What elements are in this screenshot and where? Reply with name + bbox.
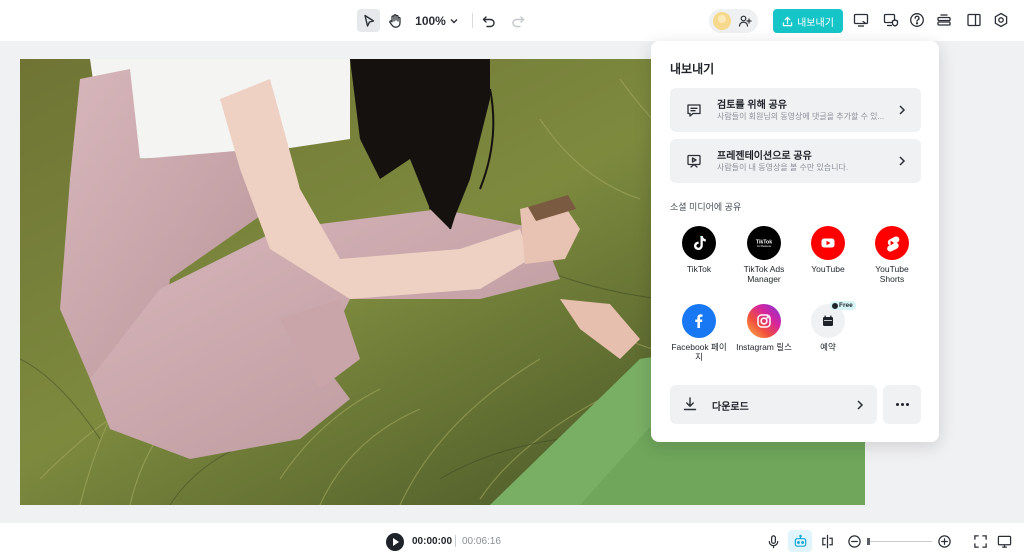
download-icon <box>682 396 698 412</box>
present-button[interactable] <box>853 12 869 28</box>
facebook-icon <box>682 304 716 338</box>
free-badge-label: Free <box>839 302 853 309</box>
ai-assistant-button[interactable] <box>788 530 812 552</box>
upload-icon <box>782 16 793 26</box>
share-as-presentation-description: 사람들이 내 동영상을 볼 수만 있습니다. <box>717 163 849 172</box>
collaborators[interactable] <box>709 9 758 33</box>
share-youtube[interactable]: YouTube <box>798 226 858 274</box>
redo-button[interactable] <box>508 9 528 32</box>
instagram-icon <box>747 304 781 338</box>
select-tool-button[interactable] <box>357 9 380 32</box>
fullscreen-button[interactable] <box>972 533 988 549</box>
hand-icon <box>389 13 401 28</box>
zoom-in-button[interactable] <box>936 533 952 549</box>
share-for-review-title: 검토를 위해 공유 <box>717 100 787 111</box>
brand-kit-button[interactable] <box>883 12 899 28</box>
more-dot <box>905 403 909 406</box>
schedule-post[interactable]: Free 예약 <box>798 301 858 352</box>
more-dot <box>900 403 904 406</box>
social-media-section-label: 소셜 미디어에 공유 <box>670 202 742 212</box>
share-facebook-page[interactable]: Facebook 페이지 <box>669 304 729 362</box>
chevron-right-icon <box>897 104 907 116</box>
download-label: 다운로드 <box>712 402 749 413</box>
zoom-dropdown[interactable]: 100% <box>413 9 461 32</box>
social-label: Instagram 릴스 <box>736 342 792 352</box>
export-panel: 내보내기 검토를 위해 공유 사람들이 회원님의 동영상에 댓글을 추가할 수 … <box>651 41 939 442</box>
microphone-icon <box>768 534 778 548</box>
zoom-out-icon <box>847 534 861 548</box>
social-label: YouTube <box>811 264 845 274</box>
share-youtube-shorts[interactable]: YouTube Shorts <box>862 226 922 284</box>
share-tiktok[interactable]: TikTok <box>669 226 729 274</box>
hand-tool-button[interactable] <box>385 9 405 32</box>
add-user-icon <box>738 14 752 28</box>
split-button[interactable] <box>819 533 835 549</box>
gear-icon <box>994 12 1008 28</box>
voiceover-button[interactable] <box>765 533 781 549</box>
undo-button[interactable] <box>479 9 499 32</box>
playback-bar: 00:00:00 00:06:16 <box>0 523 1024 560</box>
fullscreen-icon <box>973 534 987 548</box>
help-icon <box>910 13 924 27</box>
cursor-icon <box>363 14 374 27</box>
more-dot <box>895 403 899 406</box>
share-tiktok-ads-manager[interactable]: TikTok For Business TikTok Ads Manager <box>734 226 794 284</box>
monitor-play-icon <box>853 13 869 27</box>
social-label: TikTok <box>686 264 712 274</box>
redo-icon <box>512 15 525 27</box>
youtube-shorts-icon <box>875 226 909 260</box>
comment-icon <box>686 102 702 118</box>
share-for-review-card[interactable]: 검토를 위해 공유 사람들이 회원님의 동영상에 댓글을 추가할 수 있... <box>670 88 921 132</box>
timeline-zoom-slider[interactable] <box>867 541 932 542</box>
toolbar-divider <box>472 13 473 28</box>
calendar-icon: Free <box>811 301 856 338</box>
social-label: TikTok Ads Manager <box>743 264 785 284</box>
chevron-right-icon <box>897 155 907 167</box>
layers-icon <box>937 14 951 26</box>
robot-icon <box>794 534 806 547</box>
share-as-presentation-title: 프레젠테이션으로 공유 <box>717 151 812 162</box>
share-instagram-reels[interactable]: Instagram 릴스 <box>734 304 794 352</box>
settings-button[interactable] <box>993 12 1009 28</box>
undo-icon <box>482 15 495 27</box>
chevron-down-icon <box>450 18 458 23</box>
monitor-icon <box>997 535 1011 548</box>
tiktok-icon <box>682 226 716 260</box>
share-as-presentation-card[interactable]: 프레젠테이션으로 공유 사람들이 내 동영상을 볼 수만 있습니다. <box>670 139 921 183</box>
tiktok-ads-logo-subtext: For Business <box>757 245 772 248</box>
youtube-icon <box>811 226 845 260</box>
zoom-in-icon <box>937 534 951 548</box>
chevron-right-icon <box>855 399 865 411</box>
clock-icon <box>832 302 838 309</box>
sidebar-icon <box>967 13 981 27</box>
split-icon <box>821 534 833 548</box>
panel-toggle-button[interactable] <box>966 12 982 28</box>
time-divider <box>455 535 456 547</box>
play-button[interactable] <box>386 533 404 551</box>
free-badge: Free <box>830 301 856 310</box>
more-options-button[interactable] <box>883 385 921 424</box>
social-label: Facebook 페이지 <box>671 342 727 362</box>
total-time: 00:06:16 <box>462 536 501 547</box>
avatar <box>713 12 731 30</box>
download-button[interactable]: 다운로드 <box>670 385 877 424</box>
tiktok-ads-icon: TikTok For Business <box>747 226 781 260</box>
zoom-value: 100% <box>415 13 446 28</box>
help-button[interactable] <box>909 12 925 28</box>
social-label: 예약 <box>820 342 836 352</box>
zoom-out-button[interactable] <box>846 533 862 549</box>
current-time: 00:00:00 <box>412 536 453 547</box>
timeline-zoom-handle[interactable] <box>867 538 870 545</box>
export-button[interactable]: 내보내기 <box>773 9 843 33</box>
export-button-label: 내보내기 <box>797 17 834 29</box>
share-for-review-description: 사람들이 회원님의 동영상에 댓글을 추가할 수 있... <box>717 112 885 121</box>
export-panel-title: 내보내기 <box>670 62 715 76</box>
preview-monitor-button[interactable] <box>996 533 1012 549</box>
layers-button[interactable] <box>936 12 952 28</box>
presentation-icon <box>686 153 702 169</box>
top-toolbar: 100% 내보내기 <box>0 0 1024 41</box>
screen-shield-icon <box>883 13 899 27</box>
social-label: YouTube Shorts <box>875 264 909 284</box>
